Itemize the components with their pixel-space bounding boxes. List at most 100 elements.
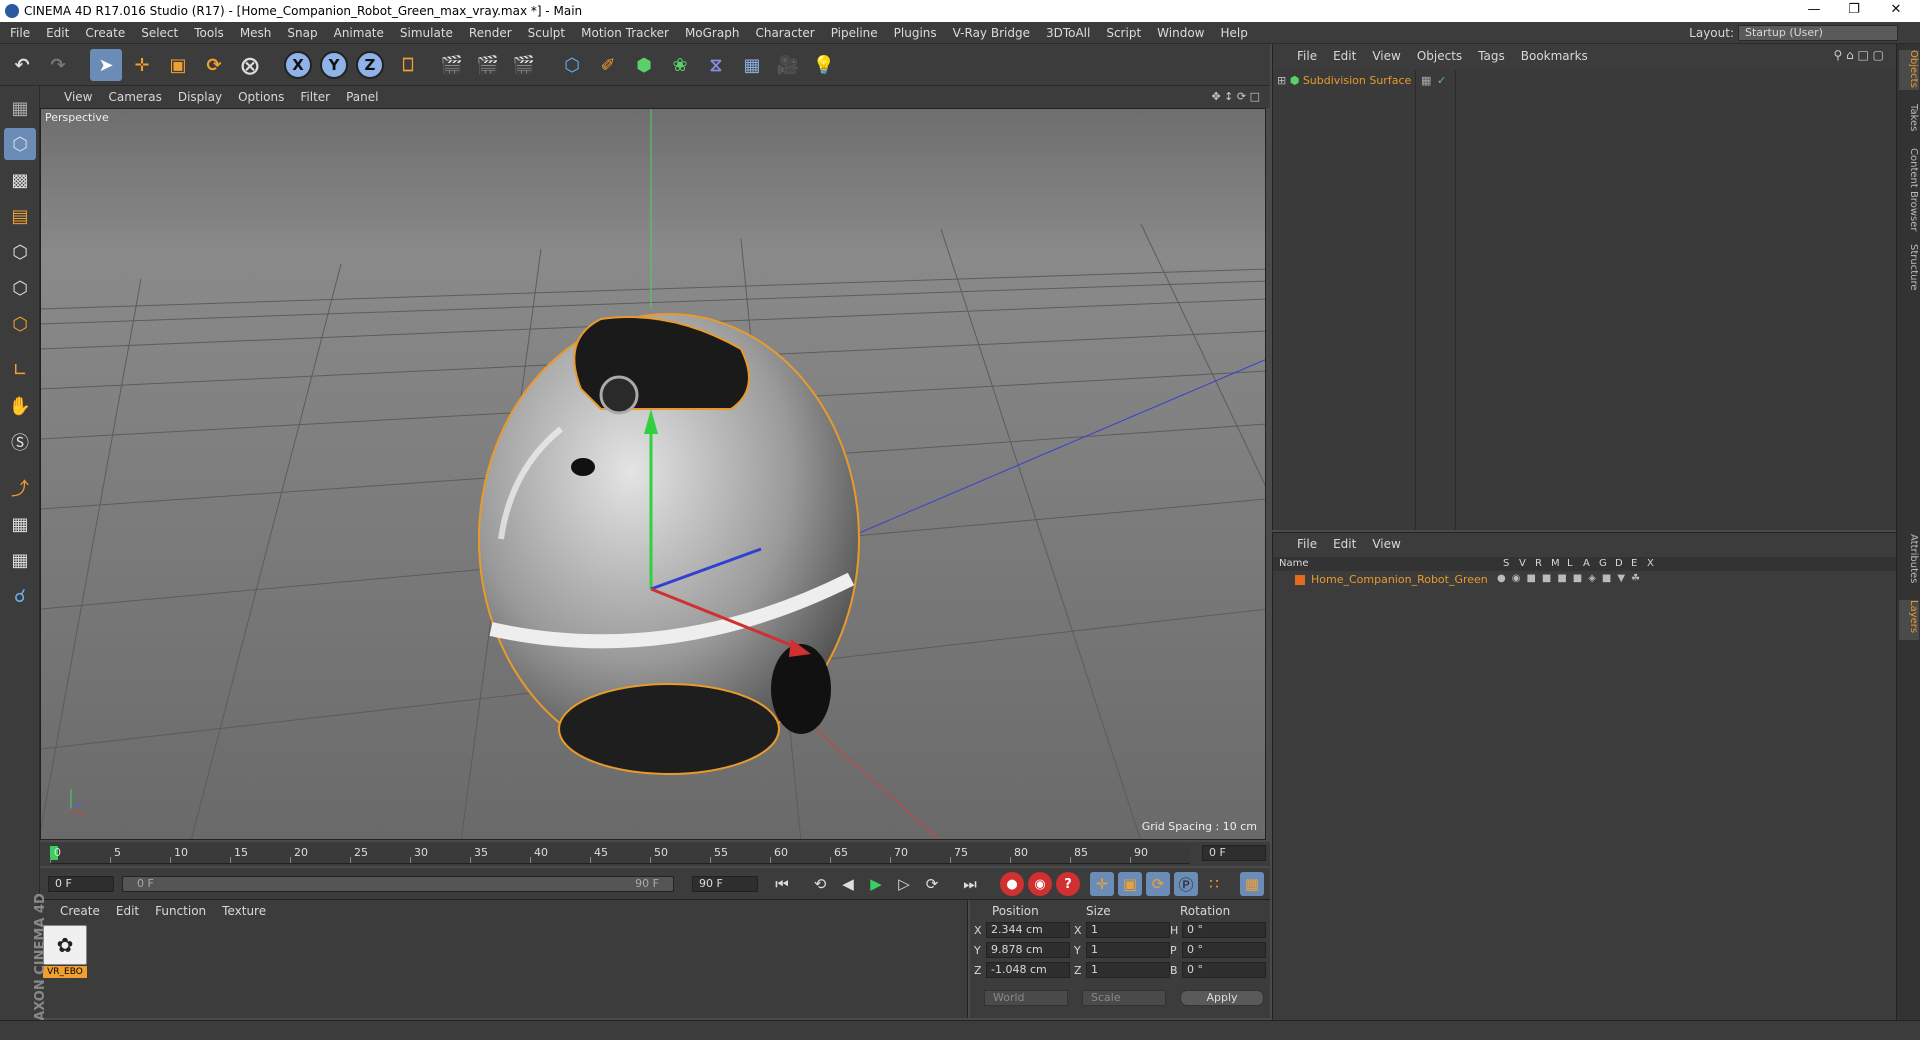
render-settings-icon[interactable]: 🎬	[508, 49, 540, 81]
material-name[interactable]: VR_EBO	[43, 966, 87, 978]
layer-col-header[interactable]: A	[1583, 558, 1590, 569]
object-visibility-icon[interactable]: ▦	[1421, 74, 1431, 87]
close-icon[interactable]: ✕	[1876, 2, 1916, 20]
layer-row[interactable]: Home_Companion_Robot_Green ●◉■■■■◈■▼☘	[1273, 573, 1897, 587]
edges-mode-icon[interactable]: ⬡	[4, 272, 36, 304]
object-menu-file[interactable]: File	[1289, 44, 1325, 68]
coord-space-select[interactable]: World	[984, 990, 1068, 1006]
layer-col-header[interactable]: M	[1551, 558, 1560, 569]
menu-edit[interactable]: Edit	[38, 22, 77, 44]
mograph-cloner-icon[interactable]: ❀	[664, 49, 696, 81]
menu-3dtoall[interactable]: 3DToAll	[1038, 22, 1098, 44]
camera-icon[interactable]: 🎥	[772, 49, 804, 81]
key-rotation-icon[interactable]: ⟳	[1146, 872, 1170, 896]
goto-start-icon[interactable]: ⏮	[770, 872, 794, 896]
prev-key-icon[interactable]: ⟲	[808, 872, 832, 896]
tab-takes[interactable]: Takes	[1899, 104, 1919, 134]
menu-help[interactable]: Help	[1212, 22, 1255, 44]
tab-content-browser[interactable]: Content Browser	[1899, 148, 1919, 234]
expand-icon[interactable]: ⊞	[1277, 74, 1286, 87]
timeline-window-icon[interactable]: ▦	[1240, 872, 1264, 896]
timeline-ruler[interactable]: 0 5 10 15 20 25 30 35 40 45 50 55 60 65 70 75 80 85 90	[50, 844, 1190, 864]
object-menu-tags[interactable]: Tags	[1470, 44, 1513, 68]
goto-end-icon[interactable]: ⏭	[958, 872, 982, 896]
floor-scene-icon[interactable]: ▦	[736, 49, 768, 81]
tab-layers[interactable]: Layers	[1899, 600, 1919, 640]
lock-workplane-icon[interactable]: ▦	[4, 508, 36, 540]
layer-col-header[interactable]: G	[1599, 558, 1607, 569]
menu-simulate[interactable]: Simulate	[392, 22, 461, 44]
layer-col-header[interactable]: S	[1503, 558, 1509, 569]
undo-icon[interactable]: ↶	[6, 49, 38, 81]
redo-icon[interactable]: ↷	[42, 49, 74, 81]
model-mode-icon[interactable]: ⬡	[4, 128, 36, 160]
position-field[interactable]: 2.344 cm	[986, 922, 1070, 938]
key-position-icon[interactable]: ✛	[1090, 872, 1114, 896]
size-field[interactable]: 1	[1086, 962, 1170, 978]
size-field[interactable]: 1	[1086, 922, 1170, 938]
material-menu-texture[interactable]: Texture	[214, 900, 274, 922]
menu-select[interactable]: Select	[133, 22, 186, 44]
layout-select[interactable]: Startup (User)	[1738, 25, 1898, 41]
texture-mode-icon[interactable]: ▩	[4, 164, 36, 196]
layer-name[interactable]: Home_Companion_Robot_Green	[1311, 573, 1488, 586]
menu-motion-tracker[interactable]: Motion Tracker	[573, 22, 677, 44]
select-tool-icon[interactable]: ➤	[90, 49, 122, 81]
layer-col-header[interactable]: E	[1631, 558, 1637, 569]
x-axis-toggle[interactable]: X	[284, 51, 312, 79]
move-tool-icon[interactable]: ✛	[126, 49, 158, 81]
key-pla-icon[interactable]: ∷	[1202, 872, 1226, 896]
menu-window[interactable]: Window	[1149, 22, 1212, 44]
record-keys-icon[interactable]: ●	[1000, 872, 1024, 896]
python-icon[interactable]: ☌	[4, 580, 36, 612]
size-field[interactable]: 1	[1086, 942, 1170, 958]
cube-primitive-icon[interactable]: ⬡	[556, 49, 588, 81]
render-view-icon[interactable]: 🎬	[436, 49, 468, 81]
coordinate-system-icon[interactable]: ⎕	[392, 49, 424, 81]
menu-mesh[interactable]: Mesh	[232, 22, 280, 44]
tab-attributes[interactable]: Attributes	[1899, 534, 1919, 590]
rotation-field[interactable]: 0 °	[1182, 942, 1266, 958]
object-enabled-check-icon[interactable]: ✓	[1437, 74, 1446, 87]
layer-col-header[interactable]: R	[1535, 558, 1542, 569]
deformer-icon[interactable]: ⧖	[700, 49, 732, 81]
tab-structure[interactable]: Structure	[1899, 244, 1919, 294]
light-icon[interactable]: 💡	[808, 49, 840, 81]
material-menu-function[interactable]: Function	[147, 900, 214, 922]
rotation-field[interactable]: 0 °	[1182, 962, 1266, 978]
magnet-icon[interactable]: ⤴	[4, 472, 36, 504]
next-frame-icon[interactable]: ▷	[892, 872, 916, 896]
menu-v-ray-bridge[interactable]: V-Ray Bridge	[945, 22, 1038, 44]
menu-create[interactable]: Create	[77, 22, 133, 44]
coord-scale-select[interactable]: Scale	[1082, 990, 1166, 1006]
render-picture-viewer-icon[interactable]: 🎬	[472, 49, 504, 81]
menu-character[interactable]: Character	[747, 22, 822, 44]
viewport-menu-options[interactable]: Options	[230, 86, 292, 108]
menu-plugins[interactable]: Plugins	[886, 22, 945, 44]
key-scale-icon[interactable]: ▣	[1118, 872, 1142, 896]
planar-workplane-icon[interactable]: ▦	[4, 544, 36, 576]
layer-menu-view[interactable]: View	[1364, 533, 1408, 555]
layer-menu-file[interactable]: File	[1289, 533, 1325, 555]
menu-pipeline[interactable]: Pipeline	[823, 22, 886, 44]
material-menu-edit[interactable]: Edit	[108, 900, 147, 922]
layer-col-header[interactable]: V	[1519, 558, 1526, 569]
pen-spline-icon[interactable]: ✐	[592, 49, 624, 81]
polygons-mode-icon[interactable]: ⬡	[4, 308, 36, 340]
object-menu-edit[interactable]: Edit	[1325, 44, 1364, 68]
scale-tool-icon[interactable]: ▣	[162, 49, 194, 81]
layer-flag-icons[interactable]: ●◉■■■■◈■▼☘	[1497, 573, 1646, 584]
object-name[interactable]: Subdivision Surface	[1303, 74, 1411, 87]
layer-col-header[interactable]: L	[1567, 558, 1573, 569]
live-selection-icon[interactable]: ⨂	[234, 49, 266, 81]
object-menu-view[interactable]: View	[1364, 44, 1408, 68]
subdivision-generator-icon[interactable]: ⬢	[628, 49, 660, 81]
viewport-menu-filter[interactable]: Filter	[292, 86, 338, 108]
apply-button[interactable]: Apply	[1180, 990, 1264, 1006]
viewport-menu-panel[interactable]: Panel	[338, 86, 386, 108]
viewport-menu-view[interactable]: View	[56, 86, 100, 108]
minimize-icon[interactable]: —	[1794, 2, 1834, 20]
menu-script[interactable]: Script	[1098, 22, 1149, 44]
start-frame-field[interactable]: 0 F	[48, 876, 114, 892]
viewport-perspective[interactable]: Perspective Grid Spacing : 10 cm	[40, 108, 1266, 840]
